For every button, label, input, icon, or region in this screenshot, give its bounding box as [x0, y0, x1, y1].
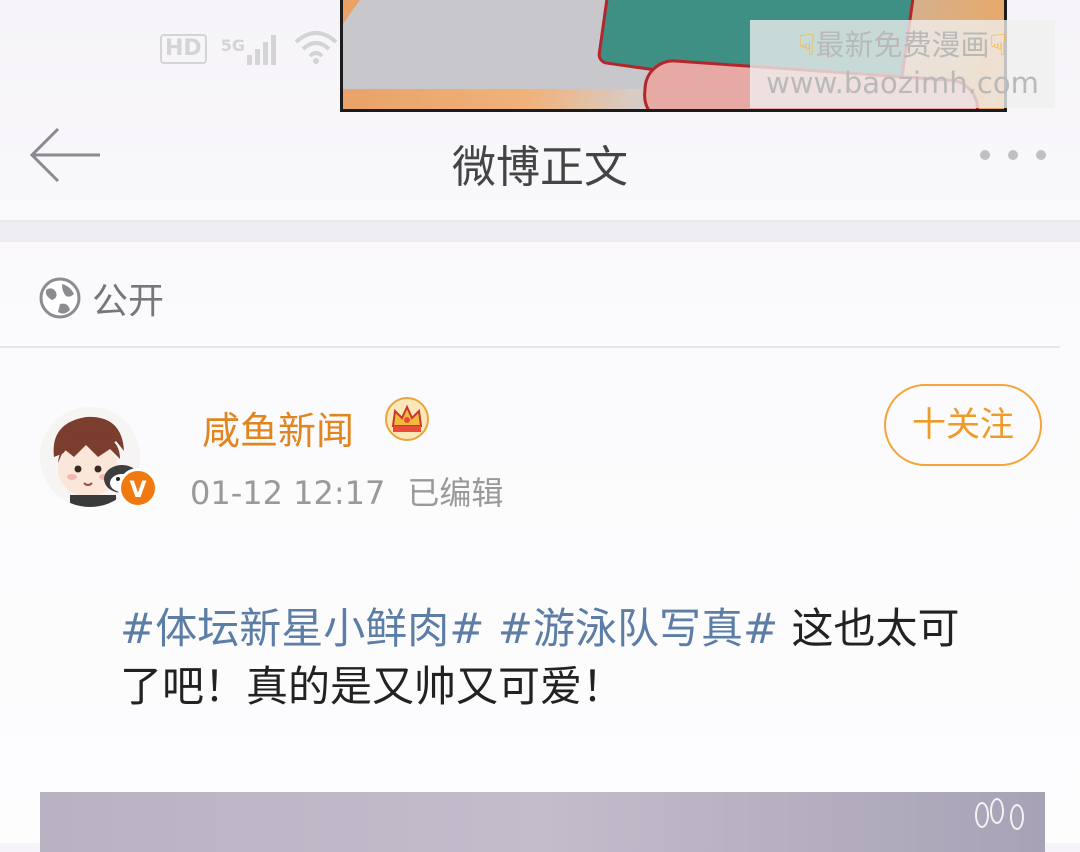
- wifi-icon: [293, 30, 339, 68]
- visibility-label: 公开: [92, 281, 165, 322]
- divider: [0, 222, 1080, 242]
- page-title: 微博正文: [452, 142, 628, 193]
- watermark-line1: 最新免费漫画: [815, 28, 990, 62]
- more-button[interactable]: [980, 150, 1046, 160]
- more-dots-icon: [980, 150, 990, 160]
- status-icons: HD 5G: [160, 30, 339, 68]
- status-bar: HD 5G ☟最新免费漫画☟ www.baozimh.com: [0, 0, 1080, 112]
- pointing-down-hand-icon: ☟: [989, 28, 1008, 62]
- follow-button[interactable]: 十关注: [884, 384, 1042, 466]
- hd-icon: HD: [160, 34, 207, 64]
- visibility-indicator: 公开: [38, 272, 164, 324]
- divider: [0, 346, 1060, 348]
- globe-icon: [39, 277, 81, 319]
- edited-label: 已编辑: [407, 474, 504, 512]
- author-name[interactable]: 咸鱼新闻: [202, 400, 354, 455]
- topic-link[interactable]: #游泳队写真#: [498, 604, 778, 653]
- watermark: ☟最新免费漫画☟ www.baozimh.com: [750, 20, 1055, 108]
- watermark-line2: www.baozimh.com: [766, 66, 1039, 100]
- topic-link[interactable]: #体坛新星小鲜肉#: [120, 604, 484, 653]
- network-label: 5G: [220, 36, 245, 55]
- pointing-down-hand-icon: ☟: [797, 28, 816, 62]
- post-meta: 01-12 12:17 已编辑: [190, 468, 503, 514]
- verified-badge: V: [118, 468, 158, 508]
- post-timestamp: 01-12 12:17: [190, 474, 386, 512]
- crown-icon: [384, 396, 430, 446]
- signal-icon: 5G: [221, 33, 279, 65]
- post-image[interactable]: [40, 792, 1045, 852]
- post-body: #体坛新星小鲜肉# #游泳队写真# 这也太可了吧！真的是又帅又可爱！: [120, 600, 980, 716]
